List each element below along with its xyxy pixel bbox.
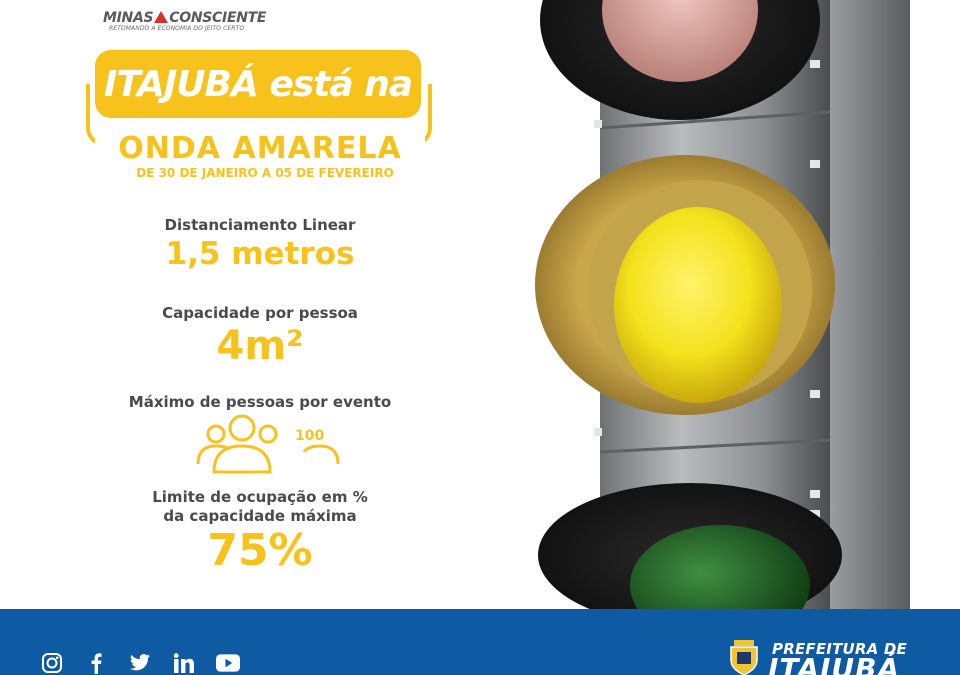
date-range: DE 30 DE JANEIRO A 05 DE FEVEREIRO <box>136 166 394 180</box>
rule-linear-distance: Distanciamento Linear 1,5 metros <box>80 216 440 273</box>
poster: MINAS CONSCIENTE RETOMANDO A ECONOMIA DO … <box>0 0 960 675</box>
headline-banner: ITAJUBÁ está na <box>95 50 421 118</box>
rule-label-line1: Limite de ocupação em % <box>152 488 368 506</box>
traffic-light-image <box>535 0 910 610</box>
rule-value: 75% <box>207 525 313 576</box>
rule-value: 1,5 metros <box>165 236 355 272</box>
twitter-icon[interactable] <box>128 651 152 675</box>
logo-tagline: RETOMANDO A ECONOMIA DO JEITO CERTO <box>109 25 245 32</box>
rule-label-line2: da capacidade máxima <box>163 507 357 525</box>
social-links <box>40 651 240 675</box>
instagram-icon[interactable] <box>40 651 64 675</box>
rule-capacity-per-person: Capacidade por pessoa 4m² <box>80 304 440 369</box>
youtube-icon[interactable] <box>216 651 240 675</box>
linkedin-icon[interactable] <box>172 651 196 675</box>
prefeitura-itajuba-logo: PREFEITURA DE ITAJUBÁ <box>728 638 948 675</box>
org-line2: ITAJUBÁ <box>768 652 901 675</box>
rule-value: 4m² <box>216 323 304 369</box>
max-people-value: 100 <box>295 428 325 444</box>
logo-name-left: MINAS <box>103 10 154 26</box>
rule-max-people: Máximo de pessoas por evento <box>80 393 440 412</box>
headline-text: ITAJUBÁ está na <box>103 63 413 105</box>
rule-label: Capacidade por pessoa <box>162 304 358 322</box>
minas-consciente-logo: MINAS CONSCIENTE RETOMANDO A ECONOMIA DO … <box>103 10 273 42</box>
logo-name-right: CONSCIENTE <box>169 10 267 26</box>
rule-label: Distanciamento Linear <box>164 216 356 234</box>
rule-label: Máximo de pessoas por evento <box>128 393 392 411</box>
wave-title: ONDA AMARELA <box>118 131 402 166</box>
city-crest-icon <box>730 640 758 675</box>
rule-occupancy-limit: Limite de ocupação em % da capacidade má… <box>80 488 440 576</box>
facebook-icon[interactable] <box>84 651 108 675</box>
triangle-icon <box>154 11 169 23</box>
